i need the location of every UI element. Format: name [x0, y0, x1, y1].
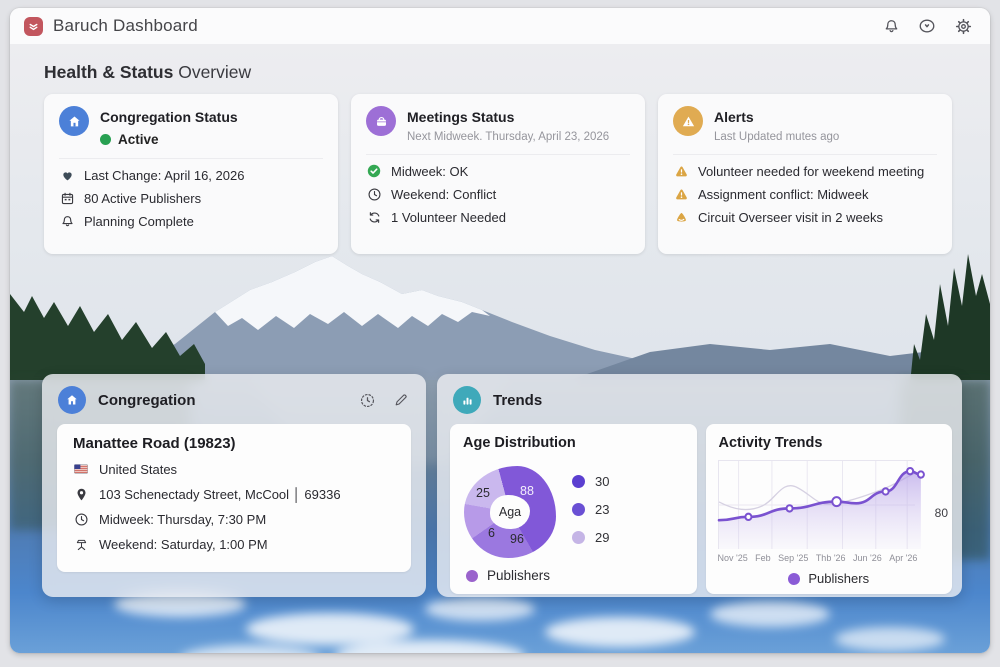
detail-row: Weekend: Saturday, 1:00 PM [73, 536, 395, 552]
panel-title: Trends [493, 392, 946, 409]
trends-panel: Trends Age Distribution 25 88 6 96 Aga [437, 374, 962, 597]
bell-icon [59, 213, 75, 229]
detail-row: 103 Schenectady Street, McCool │ 69336 [73, 486, 395, 502]
card-title: Congregation Status [100, 106, 238, 125]
legend-item: 30 [572, 474, 609, 489]
congregation-details-card: Manattee Road (19823) United States 103 … [57, 424, 411, 572]
warning-triangle-icon [673, 186, 689, 202]
legend-dot [572, 531, 585, 544]
status-item: Weekend: Conflict [366, 186, 630, 202]
card-subtitle: Next Midweek. Thursday, April 23, 2026 [407, 131, 609, 143]
alert-item: Circuit Overseer visit in 2 weeks [673, 209, 937, 225]
topbar: Baruch Dashboard [10, 8, 990, 44]
app-title: Baruch Dashboard [53, 16, 198, 36]
legend-dot [466, 570, 478, 582]
legend-dot [572, 475, 585, 488]
status-item: Last Change: April 16, 2026 [59, 167, 323, 183]
donut-segment-label: 6 [488, 526, 495, 540]
warning-icon [673, 106, 703, 136]
us-flag-icon [73, 461, 89, 477]
edit-pencil-icon[interactable] [392, 391, 410, 409]
age-legend: 30 23 29 [572, 474, 609, 545]
legend-item: 23 [572, 502, 609, 517]
clock-icon [366, 186, 382, 202]
y-axis-tick: 80 [935, 506, 948, 520]
status-label: Active [118, 132, 159, 147]
main-content: Health & Status Overview Congregation St… [10, 44, 990, 653]
chart-title: Activity Trends [719, 435, 940, 451]
alerts-card: Alerts Last Updated mutes ago Volunteer … [658, 94, 952, 254]
page-title-strong: Health & Status [44, 62, 173, 82]
bar-chart-icon [453, 386, 481, 414]
app-logo-icon [24, 17, 43, 36]
age-distribution-card: Age Distribution 25 88 6 96 Aga [450, 424, 697, 594]
activity-trends-card: Activity Trends [706, 424, 953, 594]
page-title: Health & Status Overview [44, 62, 251, 83]
donut-segment-label: 88 [520, 484, 534, 498]
status-cards-row: Congregation Status Active Last Change: … [44, 94, 952, 254]
donut-center: Aga [490, 495, 530, 529]
legend-item: 29 [572, 530, 609, 545]
detail-row: United States [73, 461, 395, 477]
detail-row: Midweek: Thursday, 7:30 PM [73, 511, 395, 527]
calendar-icon [59, 190, 75, 206]
visit-blob-icon [673, 209, 689, 225]
location-pin-icon [73, 486, 89, 502]
panel-title: Congregation [98, 392, 346, 409]
alert-item: Volunteer needed for weekend meeting [673, 163, 937, 179]
page-title-light: Overview [178, 62, 251, 82]
history-icon[interactable] [358, 391, 376, 409]
home-icon [59, 106, 89, 136]
x-axis-labels: Nov '25 Feb Sep '25 Thb '26 Jun '26 Apr … [718, 553, 918, 563]
legend-dot [788, 573, 800, 585]
status-dot [100, 134, 111, 145]
meeting-bag-icon [366, 106, 396, 136]
legend-dot [572, 503, 585, 516]
lectern-icon [73, 536, 89, 552]
card-title: Meetings Status [407, 106, 609, 125]
gear-icon[interactable] [950, 13, 976, 39]
meetings-status-card: Meetings Status Next Midweek. Thursday, … [351, 94, 645, 254]
sync-icon [366, 209, 382, 225]
publishers-legend: Publishers [706, 571, 953, 586]
age-donut-chart: 25 88 6 96 Aga [464, 466, 556, 558]
alert-item: Assignment conflict: Midweek [673, 186, 937, 202]
status-item: Planning Complete [59, 213, 323, 229]
status-item: 1 Volunteer Needed [366, 209, 630, 225]
congregation-name: Manattee Road (19823) [73, 435, 395, 452]
status-item: 80 Active Publishers [59, 190, 323, 206]
card-title: Alerts [714, 106, 839, 125]
app-window: Baruch Dashboard [10, 8, 990, 653]
bell-icon[interactable] [878, 13, 904, 39]
publishers-legend: Publishers [466, 568, 550, 583]
donut-segment-label: 25 [476, 486, 490, 500]
heart-icon [59, 167, 75, 183]
status-item: Midweek: OK [366, 163, 630, 179]
clock-icon [73, 511, 89, 527]
activity-line-chart [718, 460, 915, 549]
home-icon [58, 386, 86, 414]
chart-title: Age Distribution [463, 435, 684, 451]
card-subtitle: Last Updated mutes ago [714, 131, 839, 143]
history-icon[interactable] [914, 13, 940, 39]
congregation-panel: Congregation Manattee Road (19823) Unite… [42, 374, 426, 597]
donut-segment-label: 96 [510, 532, 524, 546]
warning-triangle-icon [673, 163, 689, 179]
check-circle-icon [366, 163, 382, 179]
congregation-status-card: Congregation Status Active Last Change: … [44, 94, 338, 254]
